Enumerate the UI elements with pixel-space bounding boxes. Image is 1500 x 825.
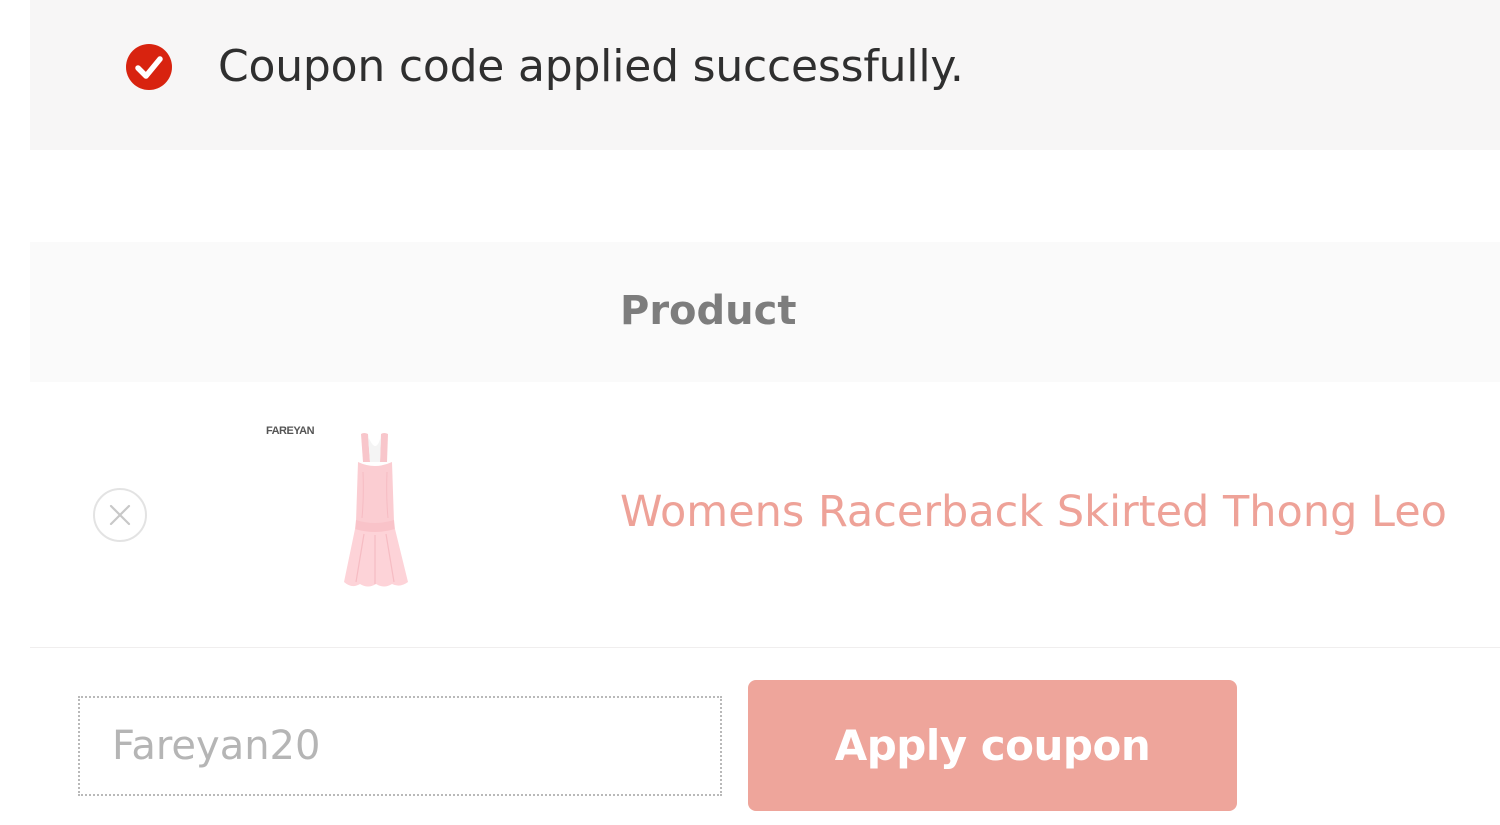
product-name-link[interactable]: Womens Racerback Skirted Thong Leo — [620, 482, 1500, 542]
coupon-code-input[interactable] — [78, 696, 722, 796]
thumbnail-brand-text: FAREYAN — [266, 425, 315, 437]
cart-item-row: FAREYAN Womens Racerback Skirted Thong L… — [30, 382, 1500, 648]
column-header-product: Product — [620, 288, 797, 334]
left-gutter — [0, 0, 30, 825]
remove-item-button[interactable] — [93, 488, 147, 542]
pink-dress-image — [344, 433, 408, 587]
check-circle-icon — [126, 44, 172, 90]
coupon-area: Apply coupon — [30, 648, 1500, 825]
product-thumbnail[interactable]: FAREYAN — [260, 422, 410, 602]
notice-message: Coupon code applied successfully. — [218, 41, 964, 92]
cart-table-header: Product — [30, 242, 1500, 382]
success-notice: Coupon code applied successfully. — [30, 0, 1500, 150]
cart-table: Product FAREYAN Womens Racerback Skirted… — [30, 242, 1500, 825]
cart-page: Coupon code applied successfully. Produc… — [0, 0, 1500, 825]
close-icon — [109, 504, 131, 526]
apply-coupon-button[interactable]: Apply coupon — [748, 680, 1237, 811]
